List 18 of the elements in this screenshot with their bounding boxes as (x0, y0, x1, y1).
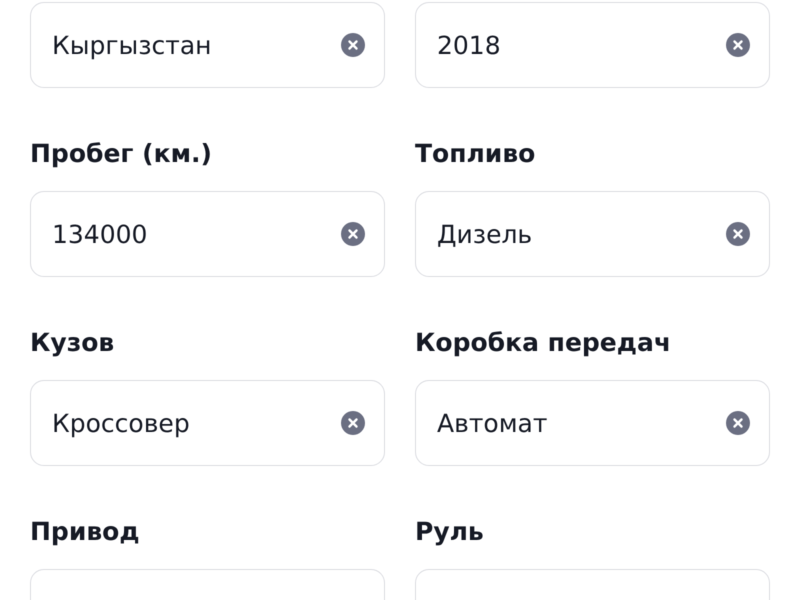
field-label: Коробка передач (415, 327, 672, 359)
clear-icon[interactable] (341, 222, 365, 246)
input-field[interactable]: Дизель (415, 191, 770, 277)
clear-icon[interactable] (341, 411, 365, 435)
input-field[interactable]: 134000 (30, 191, 385, 277)
clear-icon[interactable] (726, 222, 750, 246)
field-label: Кузов (30, 327, 116, 359)
clear-icon[interactable] (341, 33, 365, 57)
clear-icon[interactable] (726, 33, 750, 57)
input-field[interactable]: Автомат (415, 380, 770, 466)
input-field[interactable]: Кыргызстан (30, 2, 385, 88)
input-field[interactable]: 2018 (415, 2, 770, 88)
field-label: Топливо (415, 138, 536, 170)
clear-icon[interactable] (726, 411, 750, 435)
field-label: Руль (415, 516, 485, 548)
input-field[interactable]: Кроссовер (30, 380, 385, 466)
field-label: Привод (30, 516, 141, 548)
field-label: Пробег (км.) (30, 138, 213, 170)
